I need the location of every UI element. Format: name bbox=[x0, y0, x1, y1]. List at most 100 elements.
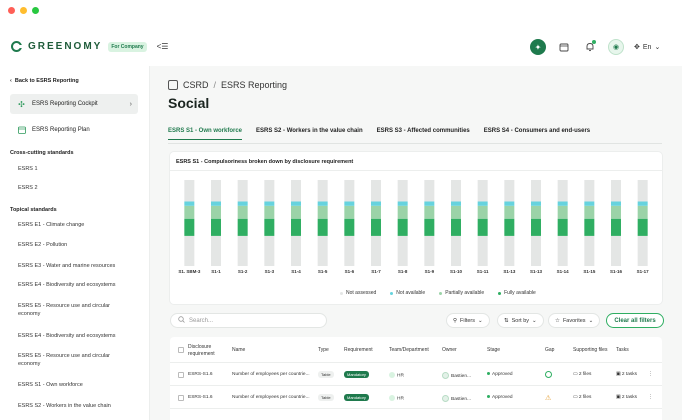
table-row[interactable]: ESRS-S1.6 Number of employees per countr… bbox=[170, 387, 662, 409]
bar-S1-10-segment-2[interactable] bbox=[451, 205, 461, 219]
header-tasks[interactable]: Tasks bbox=[616, 347, 629, 354]
language-selector[interactable]: ✥ En ⌄ bbox=[634, 43, 660, 52]
bar-S1-1-segment-1[interactable] bbox=[211, 218, 221, 236]
sidebar-item-plan[interactable]: ESRS Reporting Plan bbox=[10, 120, 138, 140]
bar-S1-3-segment-3[interactable] bbox=[264, 201, 275, 206]
bar-S1-1-segment-3[interactable] bbox=[211, 201, 221, 206]
bar-S1-13-segment-1[interactable] bbox=[531, 218, 541, 236]
bar-S1-8-segment-0[interactable] bbox=[397, 235, 408, 266]
bar-S1-17-segment-3[interactable] bbox=[637, 201, 648, 206]
bar-S1-10-segment-0[interactable] bbox=[451, 235, 461, 266]
row-menu-icon[interactable]: ⋮ bbox=[648, 372, 653, 377]
row-checkbox[interactable] bbox=[178, 395, 184, 401]
bar-S1-17-segment-4[interactable] bbox=[637, 180, 648, 202]
favorites-button[interactable]: ☆ Favorites ⌄ bbox=[548, 313, 601, 328]
header-disclosure[interactable]: Disclosure requirement bbox=[188, 344, 222, 358]
sidebar-item-e2[interactable]: ESRS E2 - Pollution bbox=[18, 241, 133, 249]
table-row[interactable]: ESRS-S1.6 Number of employees per countr… bbox=[170, 364, 662, 386]
bar-S1-6-segment-2[interactable] bbox=[344, 205, 355, 219]
bar-S1-15-segment-3[interactable] bbox=[584, 201, 595, 206]
legend-item[interactable]: Not available bbox=[390, 290, 425, 296]
bar-S1-6-segment-4[interactable] bbox=[344, 180, 355, 202]
bar-S1-13-segment-0[interactable] bbox=[531, 235, 541, 266]
bar-S1-5-segment-2[interactable] bbox=[317, 205, 328, 219]
bar-S1. SBM-3-segment-4[interactable] bbox=[184, 180, 195, 202]
bar-S1-8-segment-1[interactable] bbox=[397, 218, 408, 236]
bar-S1-6-segment-1[interactable] bbox=[344, 218, 355, 236]
bar-S1-3-segment-1[interactable] bbox=[264, 218, 275, 236]
bar-S1-14-segment-2[interactable] bbox=[557, 205, 568, 219]
bar-S1-6-segment-3[interactable] bbox=[344, 201, 355, 206]
bar-S1-17-segment-0[interactable] bbox=[637, 235, 648, 266]
bar-S1-5-segment-0[interactable] bbox=[317, 235, 328, 266]
tab-s3[interactable]: ESRS S3 - Affected communities bbox=[377, 128, 470, 140]
bar-S1-10-segment-1[interactable] bbox=[451, 218, 461, 236]
breadcrumb-root[interactable]: CSRD bbox=[183, 80, 209, 90]
collapse-sidebar-icon[interactable]: <☰ bbox=[157, 42, 169, 51]
bar-S1-9-segment-2[interactable] bbox=[424, 205, 435, 219]
sidebar-item-s2[interactable]: ESRS S2 - Workers in the value chain bbox=[18, 402, 133, 410]
bar-S1-9-segment-1[interactable] bbox=[424, 218, 435, 236]
bar-S1. SBM-3-segment-2[interactable] bbox=[184, 205, 195, 219]
bar-S1-10-segment-4[interactable] bbox=[451, 180, 461, 202]
bar-S1-9-segment-4[interactable] bbox=[424, 180, 435, 202]
bar-S1-15-segment-4[interactable] bbox=[584, 180, 595, 202]
header-team[interactable]: Team/Department bbox=[389, 347, 429, 354]
sidebar-item-e1[interactable]: ESRS E1 - Climate change bbox=[18, 221, 133, 229]
ai-assistant-icon[interactable]: ✦ bbox=[530, 39, 546, 55]
bar-S1-2-segment-0[interactable] bbox=[237, 235, 248, 266]
bar-S1-4-segment-2[interactable] bbox=[291, 205, 301, 219]
bar-S1-11-segment-2[interactable] bbox=[477, 205, 488, 219]
bar-S1-5-segment-1[interactable] bbox=[317, 218, 328, 236]
bar-S1-7-segment-1[interactable] bbox=[371, 218, 381, 236]
cell-tasks[interactable]: ▣ 2 tasks bbox=[616, 372, 637, 377]
row-menu-icon[interactable]: ⋮ bbox=[648, 395, 653, 400]
bar-S1-3-segment-2[interactable] bbox=[264, 205, 275, 219]
bar-S1-11-segment-4[interactable] bbox=[477, 180, 488, 202]
bar-S1-5-segment-3[interactable] bbox=[317, 201, 328, 206]
cell-files[interactable]: ▭ 2 files bbox=[573, 372, 591, 377]
select-all-checkbox[interactable] bbox=[178, 347, 184, 353]
header-name[interactable]: Name bbox=[232, 347, 245, 354]
tab-s1[interactable]: ESRS S1 - Own workforce bbox=[168, 128, 243, 140]
bar-S1-2-segment-2[interactable] bbox=[237, 205, 248, 219]
bar-S1-3-segment-4[interactable] bbox=[264, 180, 275, 202]
avatar[interactable]: ◉ bbox=[608, 39, 624, 55]
bar-S1-13-segment-2[interactable] bbox=[504, 205, 515, 219]
bar-S1. SBM-3-segment-0[interactable] bbox=[184, 235, 195, 266]
header-gap[interactable]: Gap bbox=[545, 347, 554, 354]
bar-S1-15-segment-2[interactable] bbox=[584, 205, 595, 219]
bar-S1-8-segment-4[interactable] bbox=[397, 180, 408, 202]
cell-tasks[interactable]: ▣ 2 tasks bbox=[616, 395, 637, 400]
minimize-window-button[interactable] bbox=[20, 7, 27, 14]
bar-S1-8-segment-3[interactable] bbox=[397, 201, 408, 206]
bar-S1-15-segment-0[interactable] bbox=[584, 235, 595, 266]
bar-S1-17-segment-2[interactable] bbox=[637, 205, 648, 219]
bar-S1-5-segment-4[interactable] bbox=[317, 180, 328, 202]
bar-S1-4-segment-0[interactable] bbox=[291, 235, 301, 266]
filters-button[interactable]: ⚲ Filters ⌄ bbox=[446, 313, 490, 328]
bar-S1-14-segment-3[interactable] bbox=[557, 201, 568, 206]
sidebar-item-e4b[interactable]: ESRS E4 - Biodiversity and ecosystems bbox=[18, 332, 133, 340]
close-window-button[interactable] bbox=[8, 7, 15, 14]
bar-S1-8-segment-2[interactable] bbox=[397, 205, 408, 219]
bar-S1. SBM-3-segment-1[interactable] bbox=[184, 218, 195, 236]
header-files[interactable]: Supporting files bbox=[573, 347, 607, 354]
row-checkbox[interactable] bbox=[178, 372, 184, 378]
bar-S1-11-segment-3[interactable] bbox=[477, 201, 488, 206]
clear-filters-button[interactable]: Clear all filters bbox=[606, 313, 664, 328]
sidebar-item-e5b[interactable]: ESRS E5 - Resource use and circular econ… bbox=[18, 352, 133, 368]
bar-S1-13-segment-4[interactable] bbox=[531, 180, 541, 202]
bar-S1-6-segment-0[interactable] bbox=[344, 235, 355, 266]
bar-S1-14-segment-4[interactable] bbox=[557, 180, 568, 202]
bar-S1-14-segment-0[interactable] bbox=[557, 235, 568, 266]
bar-S1-7-segment-4[interactable] bbox=[371, 180, 381, 202]
bar-S1-2-segment-4[interactable] bbox=[237, 180, 248, 202]
legend-item[interactable]: Fully available bbox=[498, 290, 536, 296]
header-stage[interactable]: Stage bbox=[487, 347, 500, 354]
bar-S1-3-segment-0[interactable] bbox=[264, 235, 275, 266]
bar-S1-16-segment-0[interactable] bbox=[611, 235, 621, 266]
bar-S1-13-segment-1[interactable] bbox=[504, 218, 515, 236]
sidebar-item-e4[interactable]: ESRS E4 - Biodiversity and ecosystems bbox=[18, 281, 133, 289]
tab-s4[interactable]: ESRS S4 - Consumers and end-users bbox=[484, 128, 590, 140]
